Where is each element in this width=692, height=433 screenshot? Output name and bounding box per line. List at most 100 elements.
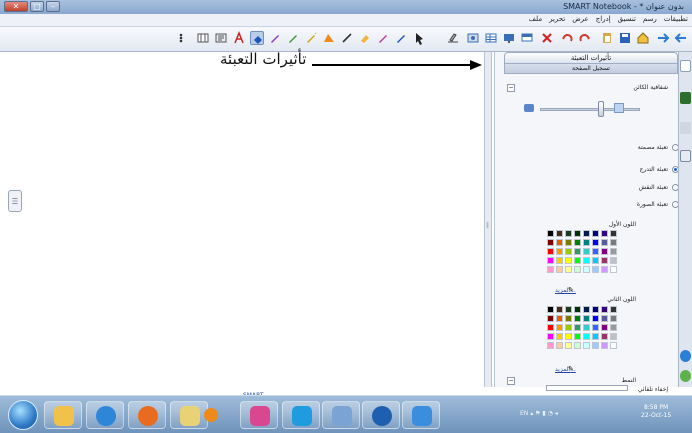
menu-file[interactable]: ملف	[529, 15, 542, 23]
menu-format[interactable]: تنسيق	[618, 15, 636, 23]
gallery-tab-icon[interactable]	[680, 92, 691, 104]
color-swatch[interactable]	[556, 306, 563, 313]
language-indicator[interactable]: EN	[520, 410, 528, 417]
color-swatch[interactable]	[583, 342, 590, 349]
lesson-activity-tab-icon[interactable]	[680, 370, 691, 382]
color-swatch[interactable]	[610, 306, 617, 313]
collapse-style-button[interactable]: −	[507, 377, 515, 385]
color-swatch[interactable]	[574, 306, 581, 313]
color-swatch[interactable]	[601, 315, 608, 322]
color-swatch[interactable]	[556, 248, 563, 255]
color-swatch[interactable]	[601, 239, 608, 246]
splitter-grip-icon[interactable]: ‖	[486, 222, 489, 229]
clock[interactable]: 8:58 PM 22-Oct-15	[641, 404, 671, 420]
color-swatch[interactable]	[547, 248, 554, 255]
style-dropdown[interactable]	[546, 385, 628, 391]
properties-tab-icon[interactable]	[680, 150, 691, 162]
color-swatch[interactable]	[547, 257, 554, 264]
page-sorter-handle[interactable]	[8, 190, 22, 212]
delete-icon[interactable]	[540, 31, 554, 45]
color-swatch[interactable]	[547, 239, 554, 246]
color-swatch[interactable]	[556, 333, 563, 340]
taskbar-media-player[interactable]	[196, 401, 226, 429]
close-button[interactable]: ✕	[4, 1, 28, 12]
properties-icon[interactable]	[214, 31, 228, 45]
color-swatch[interactable]	[610, 239, 617, 246]
taskbar-notebook[interactable]	[322, 401, 360, 429]
menu-edit[interactable]: تحرير	[549, 15, 565, 23]
color-swatch[interactable]	[547, 342, 554, 349]
menu-view[interactable]: عرض	[572, 15, 589, 23]
color-swatch[interactable]	[601, 230, 608, 237]
pen-fine-icon[interactable]	[286, 31, 300, 45]
color-swatch[interactable]	[583, 230, 590, 237]
color-swatch[interactable]	[556, 230, 563, 237]
color-swatch[interactable]	[592, 324, 599, 331]
color-swatch[interactable]	[610, 315, 617, 322]
color-swatch[interactable]	[565, 257, 572, 264]
home-icon[interactable]	[636, 31, 650, 45]
color-swatch[interactable]	[592, 315, 599, 322]
color-swatch[interactable]	[610, 248, 617, 255]
minimize-button[interactable]: –	[46, 1, 60, 12]
color-swatch[interactable]	[547, 266, 554, 273]
page-sorter-tab-icon[interactable]	[680, 60, 691, 72]
more-icon[interactable]	[174, 31, 188, 45]
color-swatch[interactable]	[565, 230, 572, 237]
taskbar-firefox[interactable]	[128, 401, 166, 429]
table-icon[interactable]	[484, 31, 498, 45]
color-swatch[interactable]	[574, 333, 581, 340]
color-swatch[interactable]	[583, 324, 590, 331]
color-swatch[interactable]	[547, 315, 554, 322]
redo-icon[interactable]	[578, 31, 592, 45]
maximize-button[interactable]: □	[30, 1, 44, 12]
eraser-icon[interactable]	[358, 31, 372, 45]
capture-icon[interactable]	[466, 31, 480, 45]
color-swatch[interactable]	[592, 306, 599, 313]
color-swatch[interactable]	[583, 248, 590, 255]
color-swatch[interactable]	[574, 324, 581, 331]
first-color-more-link[interactable]: المزيد...	[555, 287, 576, 294]
color-swatch[interactable]	[583, 315, 590, 322]
fill-icon[interactable]	[250, 31, 264, 45]
color-swatch[interactable]	[556, 342, 563, 349]
collapse-transparency-button[interactable]: −	[507, 84, 515, 92]
show-screen-icon[interactable]	[502, 31, 516, 45]
pen-icon[interactable]	[394, 31, 408, 45]
addons-tab-icon[interactable]	[680, 350, 691, 362]
attachments-tab-icon[interactable]	[680, 122, 691, 134]
tab-page-recording[interactable]: تسجيل الصفحة	[504, 63, 678, 74]
color-swatch[interactable]	[610, 266, 617, 273]
color-swatch[interactable]	[583, 306, 590, 313]
color-swatch[interactable]	[574, 315, 581, 322]
system-tray[interactable]: EN ▴ ⚑ ▮ ◔ ◂	[520, 410, 558, 417]
color-swatch[interactable]	[592, 239, 599, 246]
color-swatch[interactable]	[565, 266, 572, 273]
taskbar-smart-meeting[interactable]	[362, 401, 400, 429]
table-view-icon[interactable]	[196, 31, 210, 45]
color-swatch[interactable]	[547, 230, 554, 237]
color-swatch[interactable]	[583, 257, 590, 264]
panel-splitter[interactable]	[484, 52, 492, 387]
pen-tray-icon[interactable]	[446, 31, 460, 45]
color-swatch[interactable]	[556, 324, 563, 331]
color-swatch[interactable]	[610, 230, 617, 237]
menu-insert[interactable]: إدراج	[596, 15, 611, 23]
select-icon[interactable]	[412, 31, 426, 45]
color-swatch[interactable]	[556, 266, 563, 273]
color-swatch[interactable]	[601, 333, 608, 340]
color-swatch[interactable]	[601, 266, 608, 273]
second-color-more-link[interactable]: المزيد...	[555, 366, 576, 373]
taskbar-explorer[interactable]	[44, 401, 82, 429]
shape-icon[interactable]	[322, 31, 336, 45]
color-swatch[interactable]	[565, 315, 572, 322]
menu-draw[interactable]: رسم	[643, 15, 657, 23]
color-swatch[interactable]	[565, 342, 572, 349]
color-swatch[interactable]	[574, 239, 581, 246]
line-icon[interactable]	[340, 31, 354, 45]
color-swatch[interactable]	[601, 248, 608, 255]
color-swatch[interactable]	[610, 342, 617, 349]
color-swatch[interactable]	[565, 324, 572, 331]
color-swatch[interactable]	[583, 266, 590, 273]
color-swatch[interactable]	[574, 266, 581, 273]
